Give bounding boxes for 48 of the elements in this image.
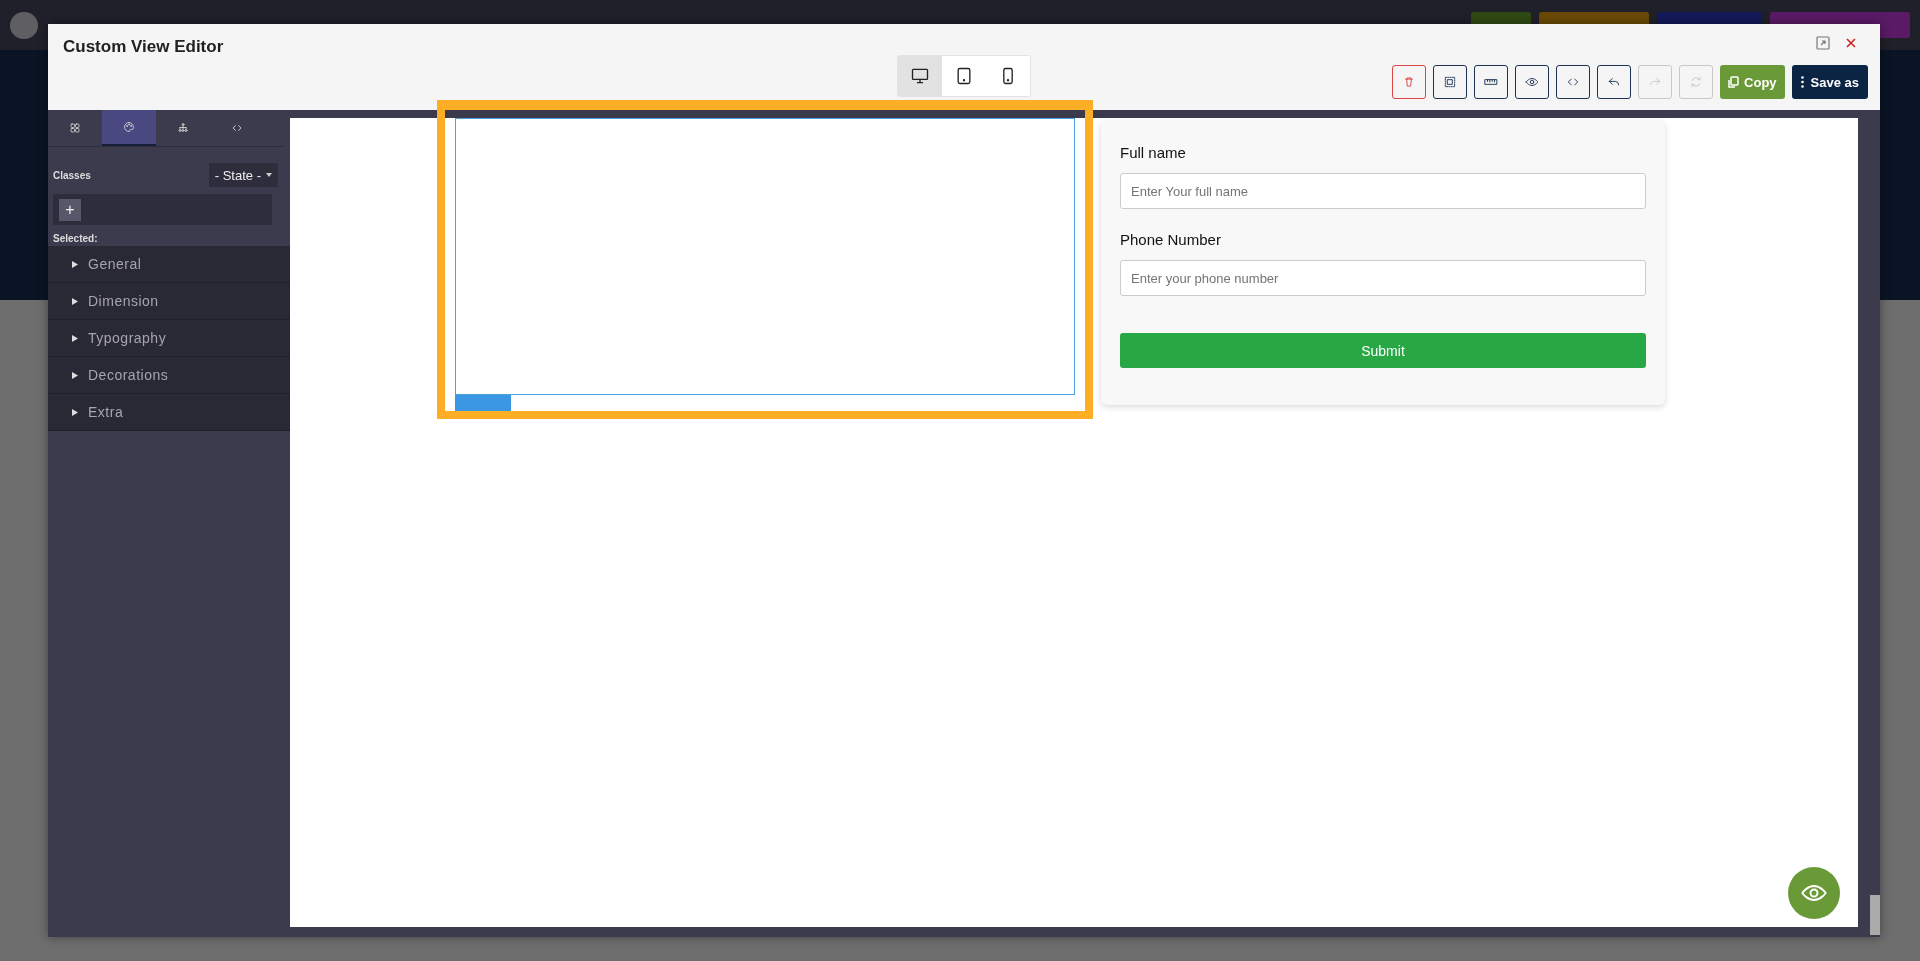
- style-section[interactable]: Typography: [48, 320, 290, 357]
- toolbar-button[interactable]: [1597, 65, 1632, 99]
- caret-icon: [72, 408, 78, 416]
- refresh-icon: [1689, 75, 1704, 89]
- code-icon: [1566, 75, 1581, 89]
- toolbar-button[interactable]: [1556, 65, 1591, 99]
- window-title: Custom View Editor: [62, 36, 225, 57]
- caret-icon: [72, 371, 78, 379]
- add-class-button[interactable]: +: [59, 198, 81, 221]
- submit-button[interactable]: Submit: [1120, 333, 1646, 368]
- field-label: Full name: [1120, 144, 1187, 161]
- eye-icon: [1525, 75, 1540, 89]
- input-field[interactable]: Enter Your full name: [1120, 173, 1646, 209]
- palette-icon: [123, 121, 135, 133]
- date-pill: [10, 12, 38, 39]
- tree-icon: [177, 122, 189, 134]
- style-section[interactable]: Dimension: [48, 283, 290, 320]
- preview-button[interactable]: [1788, 867, 1840, 919]
- desktop-icon: [910, 66, 930, 86]
- device-button[interactable]: [898, 56, 942, 96]
- code-icon: [231, 122, 243, 134]
- toolbar-button[interactable]: [1474, 65, 1509, 99]
- caret-icon: [266, 173, 272, 177]
- field-label: Phone Number: [1120, 231, 1222, 248]
- save-as-button[interactable]: Save as: [1791, 65, 1868, 99]
- copy-icon: [1728, 76, 1740, 88]
- style-section[interactable]: General: [48, 246, 290, 283]
- scroll-handle[interactable]: [1870, 895, 1880, 935]
- undo-icon: [1607, 75, 1622, 89]
- classes-field[interactable]: +: [53, 194, 272, 225]
- caret-icon: [72, 297, 78, 305]
- caret-icon: [72, 260, 78, 268]
- maximize-icon[interactable]: [1816, 36, 1830, 50]
- input-field[interactable]: Enter your phone number: [1120, 260, 1646, 296]
- frame-icon: [1443, 75, 1458, 89]
- style-section[interactable]: Decorations: [48, 357, 290, 394]
- grid-icon: [69, 122, 81, 134]
- toolbar-button[interactable]: [1433, 65, 1468, 99]
- state-dropdown[interactable]: - State -: [208, 163, 278, 187]
- panel-tab[interactable]: [102, 110, 156, 146]
- kebab-icon: [1800, 76, 1804, 88]
- caret-icon: [72, 334, 78, 342]
- copy-button[interactable]: Copy: [1720, 65, 1785, 99]
- style-section[interactable]: Extra: [48, 394, 290, 431]
- close-icon[interactable]: [1844, 36, 1858, 50]
- selected-label: Selected:: [52, 232, 99, 246]
- toolbar-button[interactable]: [1515, 65, 1550, 99]
- classes-label: Classes: [53, 169, 91, 181]
